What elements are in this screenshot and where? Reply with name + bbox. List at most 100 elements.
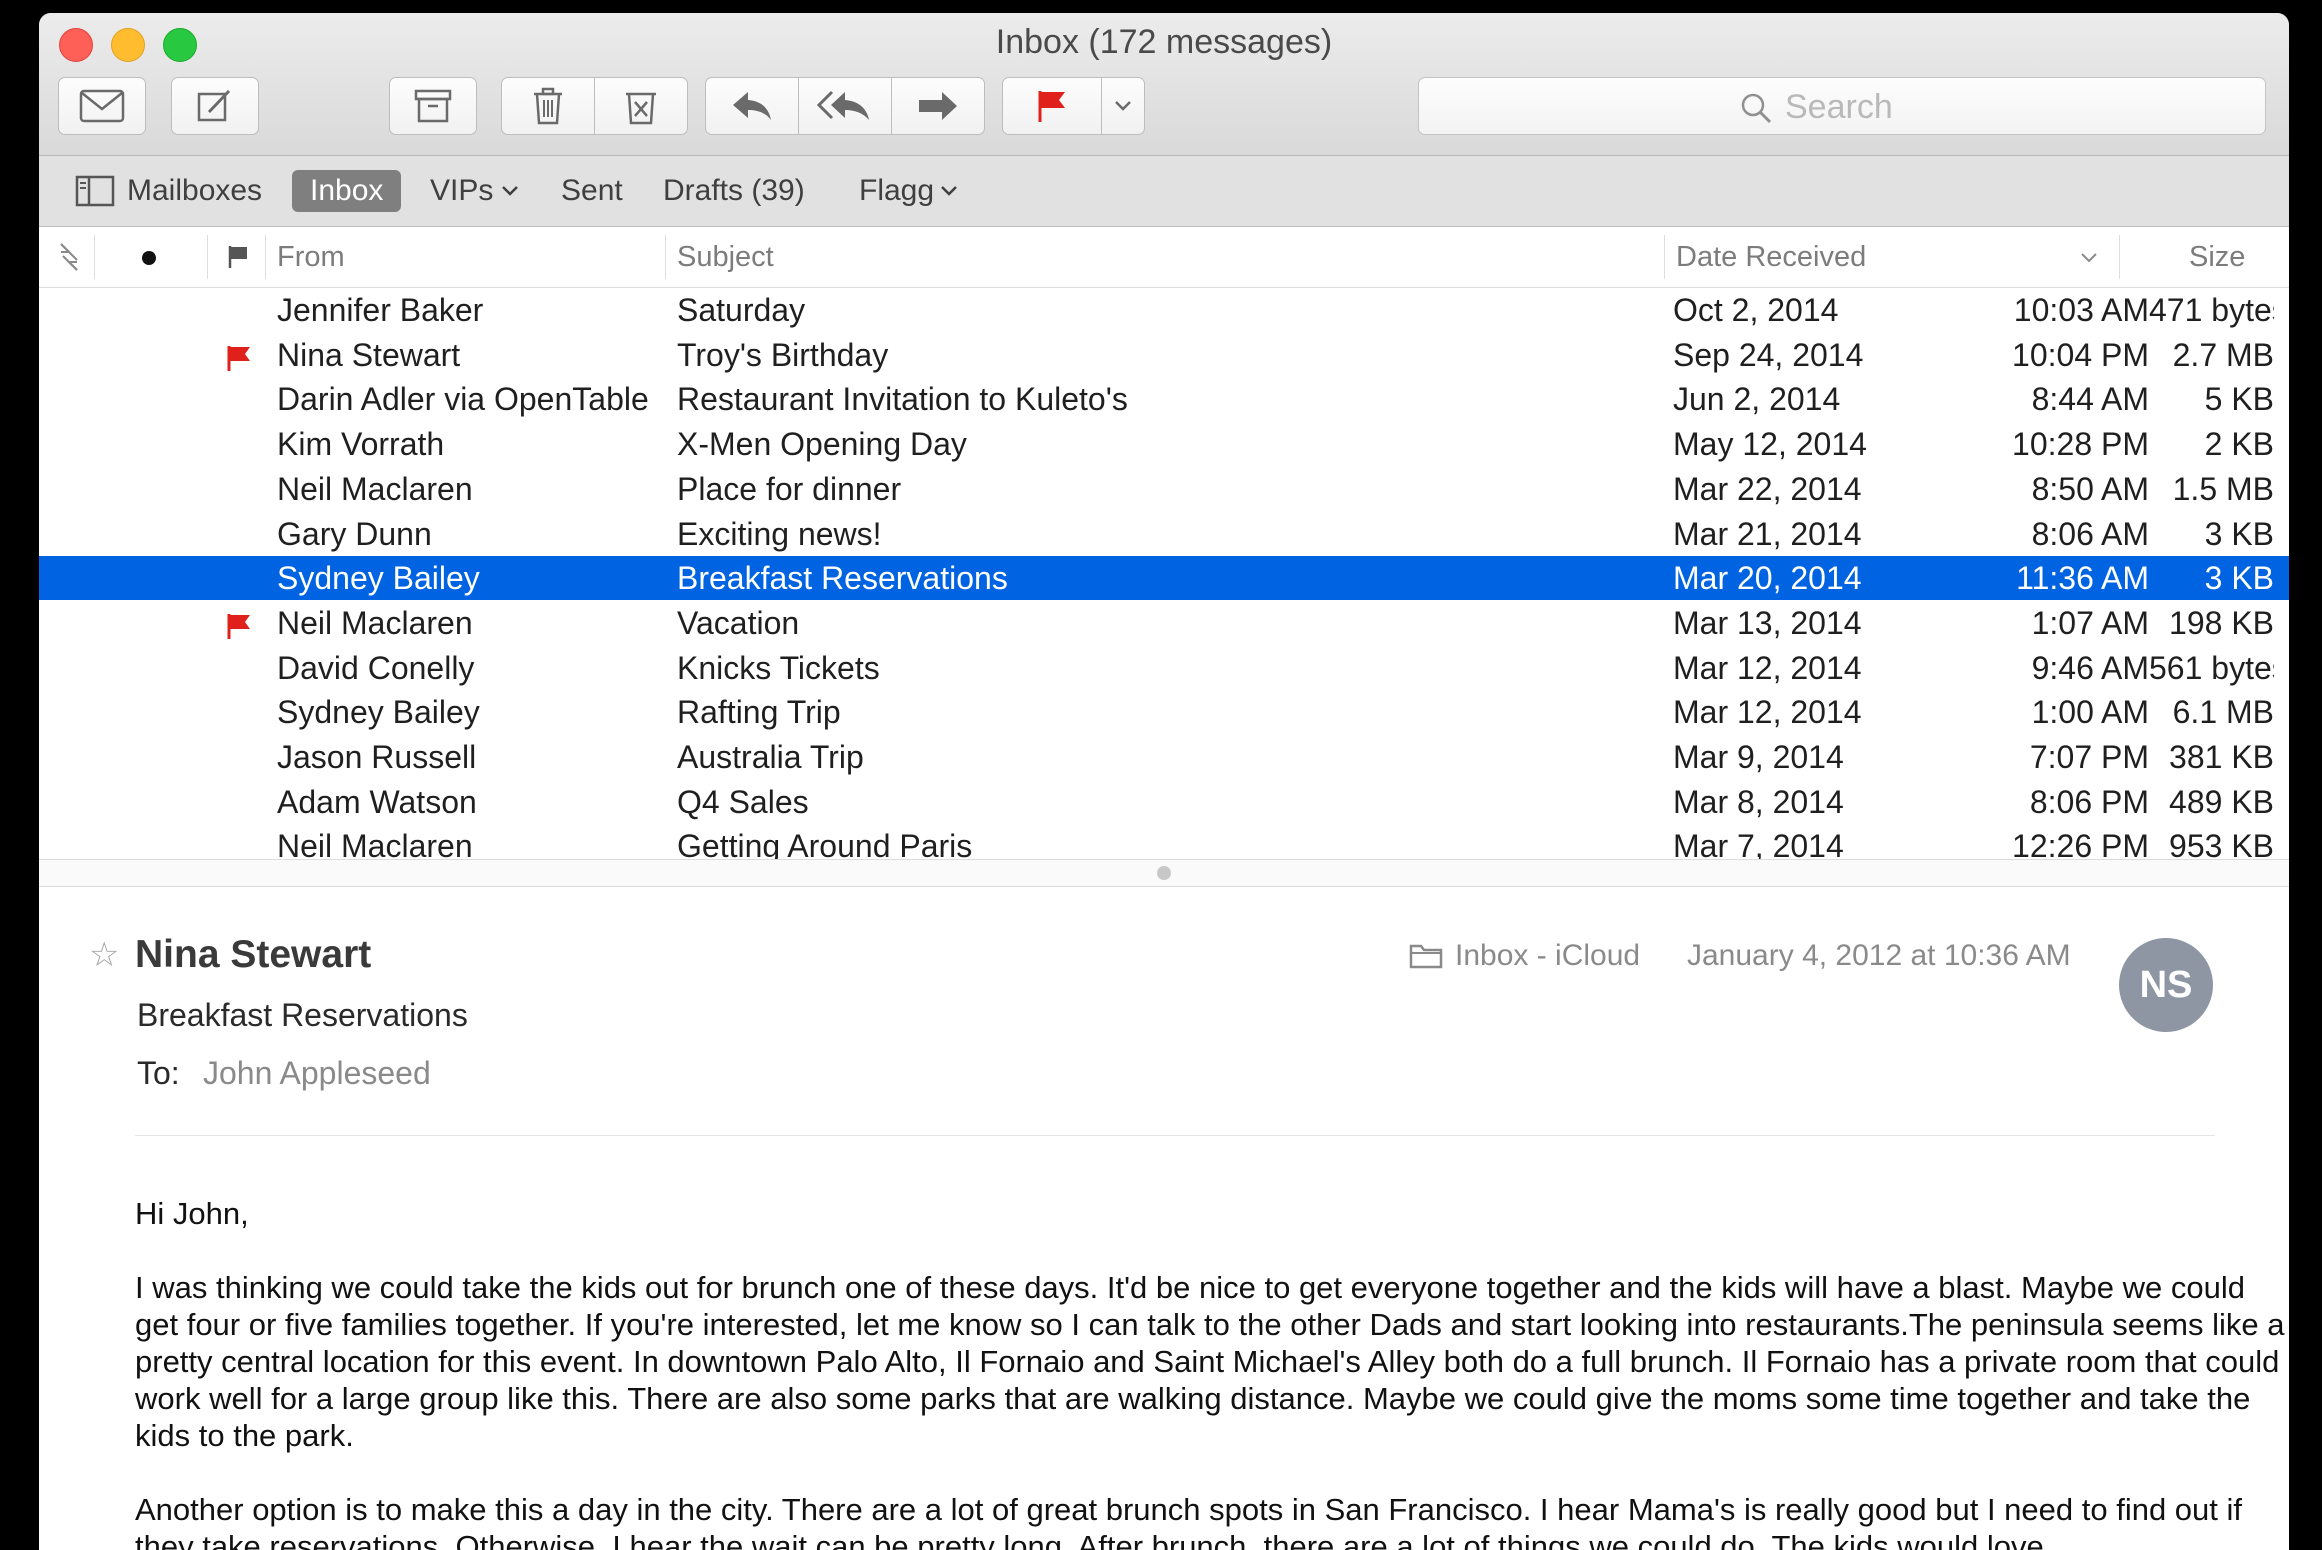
message-date: Oct 2, 2014 bbox=[1673, 292, 1839, 328]
message-time: 1:00 AM bbox=[2031, 694, 2149, 731]
favorite-flagged[interactable]: Flagg bbox=[859, 170, 958, 212]
message-sender: Neil Maclaren bbox=[277, 604, 473, 641]
avatar: NS bbox=[2119, 938, 2213, 1032]
favorite-drafts[interactable]: Drafts (39) bbox=[663, 170, 805, 212]
thread-sort-column[interactable] bbox=[57, 227, 81, 287]
mail-window: Inbox (172 messages) Search Mailboxes In… bbox=[39, 13, 2289, 1550]
unread-column[interactable] bbox=[141, 227, 157, 287]
chevron-down-icon bbox=[502, 186, 519, 196]
message-row[interactable]: Neil Maclaren Place for dinner Mar 22, 201… bbox=[39, 467, 2289, 511]
mailboxes-button[interactable]: Mailboxes bbox=[75, 170, 262, 212]
size-column-header[interactable]: Size bbox=[2189, 227, 2245, 287]
search-placeholder: Search bbox=[1785, 88, 1893, 126]
toolbar: Inbox (172 messages) Search bbox=[39, 13, 2289, 156]
message-date: Sep 24, 2014 bbox=[1673, 336, 1864, 373]
message-time: 10:04 PM bbox=[2012, 336, 2149, 373]
window-title: Inbox (172 messages) bbox=[995, 23, 1333, 61]
from-column-header[interactable]: From bbox=[277, 227, 345, 287]
forward-button[interactable] bbox=[891, 77, 985, 135]
red-flag-icon bbox=[225, 609, 255, 639]
archive-icon bbox=[414, 89, 452, 123]
flagged-label: Flagg bbox=[859, 174, 935, 207]
message-date: Mar 21, 2014 bbox=[1673, 515, 1862, 552]
message-time: 9:46 AM bbox=[2031, 649, 2149, 686]
message-row[interactable]: Darin Adler via OpenTable Restaurant Invi… bbox=[39, 377, 2289, 421]
search-field[interactable]: Search bbox=[1418, 77, 2266, 135]
mailboxes-label: Mailboxes bbox=[127, 174, 263, 207]
thread-arrows-icon bbox=[60, 243, 78, 271]
flag-button[interactable] bbox=[1002, 77, 1102, 135]
message-time: 11:36 AM bbox=[2016, 560, 2149, 597]
date-received-column-header[interactable]: Date Received bbox=[1676, 227, 1866, 287]
message-subject: Breakfast Reservations bbox=[137, 997, 468, 1033]
favorite-inbox[interactable]: Inbox bbox=[292, 170, 402, 212]
message-sender: Sydney Bailey bbox=[277, 560, 480, 597]
message-size: 3 KB bbox=[2204, 515, 2274, 552]
message-subject: Place for dinner bbox=[677, 470, 902, 507]
message-sender: Nina Stewart bbox=[135, 933, 372, 976]
message-date: January 4, 2012 at 10:36 AM bbox=[1687, 939, 2071, 972]
favorite-sent[interactable]: Sent bbox=[561, 170, 623, 212]
archive-button[interactable] bbox=[389, 77, 477, 135]
flag-menu-button[interactable] bbox=[1101, 77, 1145, 135]
junk-button[interactable] bbox=[594, 77, 688, 135]
pane-splitter[interactable] bbox=[39, 859, 2289, 887]
body-paragraph: Another option is to make this a day in … bbox=[135, 1492, 2243, 1550]
favorites-bar: Mailboxes Inbox VIPs Sent Drafts (39) Fl… bbox=[39, 156, 2289, 227]
message-row[interactable]: Adam Watson Q4 Sales Mar 8, 2014 8:06 PM 489… bbox=[39, 780, 2289, 824]
message-date: May 12, 2014 bbox=[1673, 426, 1867, 463]
message-date: Mar 22, 2014 bbox=[1673, 470, 1862, 507]
message-date: Jun 2, 2014 bbox=[1673, 381, 1841, 418]
message-row[interactable]: Nina Stewart Troy's Birthday Sep 24, 2014 1… bbox=[39, 333, 2289, 377]
message-sender: Jason Russell bbox=[277, 739, 477, 775]
message-subject: Breakfast Reservations bbox=[677, 560, 1008, 597]
envelope-icon bbox=[79, 89, 125, 123]
message-row[interactable]: Sydney Bailey Rafting Trip Mar 12, 2014 1:0… bbox=[39, 690, 2289, 734]
header-divider bbox=[135, 1135, 2215, 1136]
message-size: 2 KB bbox=[2204, 426, 2274, 463]
reply-icon bbox=[733, 92, 771, 120]
message-size: 3 KB bbox=[2204, 560, 2274, 597]
message-row[interactable]: Sydney Bailey Breakfast Reservations Mar 2… bbox=[39, 556, 2289, 601]
message-time: 10:28 PM bbox=[2012, 426, 2149, 463]
subject-column-header[interactable]: Subject bbox=[677, 227, 774, 287]
sort-chevron-icon[interactable] bbox=[2079, 251, 2099, 265]
star-icon[interactable]: ☆ bbox=[89, 935, 119, 975]
message-time: 8:06 AM bbox=[2031, 515, 2149, 552]
message-sender: Gary Dunn bbox=[277, 515, 432, 552]
red-flag-icon bbox=[1038, 91, 1065, 122]
reply-all-icon bbox=[817, 90, 869, 120]
flag-column[interactable] bbox=[227, 227, 249, 287]
reply-all-button[interactable] bbox=[798, 77, 892, 135]
get-mail-button[interactable] bbox=[58, 77, 146, 135]
junk-icon bbox=[626, 92, 656, 125]
mailbox-label: Inbox - iCloud bbox=[1455, 939, 1641, 972]
message-subject: Saturday bbox=[677, 292, 806, 328]
to-label: To: bbox=[137, 1055, 180, 1091]
reply-button[interactable] bbox=[705, 77, 799, 135]
message-sender: David Conelly bbox=[277, 649, 475, 686]
message-size: 198 KB bbox=[2169, 604, 2274, 641]
greeting: Hi John, bbox=[135, 1196, 249, 1231]
chevron-down-icon bbox=[1115, 101, 1131, 111]
red-flag-icon bbox=[225, 341, 255, 371]
flag-icon bbox=[228, 246, 247, 268]
folder-icon bbox=[1409, 944, 1443, 969]
favorite-vips[interactable]: VIPs bbox=[430, 170, 519, 212]
message-row[interactable]: Neil Maclaren Vacation Mar 13, 2014 1:07 AM… bbox=[39, 601, 2289, 645]
delete-button[interactable] bbox=[501, 77, 595, 135]
message-time: 8:50 AM bbox=[2031, 470, 2149, 507]
message-subject: Vacation bbox=[677, 604, 800, 641]
message-recipient[interactable]: John Appleseed bbox=[203, 1055, 431, 1092]
message-list-header: From Subject Date Received Size bbox=[39, 227, 2289, 288]
message-row[interactable]: Jennifer Baker Saturday Oct 2, 2014 10:03 A… bbox=[39, 288, 2289, 332]
splitter-handle[interactable] bbox=[1157, 866, 1171, 880]
message-subject: Q4 Sales bbox=[677, 783, 809, 820]
message-row[interactable]: Kim Vorrath X-Men Opening Day May 12, 2014… bbox=[39, 422, 2289, 466]
message-size: 381 KB bbox=[2169, 739, 2274, 775]
message-row[interactable]: Jason Russell Australia Trip Mar 9, 2014 7:… bbox=[39, 735, 2289, 779]
message-subject: Troy's Birthday bbox=[677, 336, 889, 373]
compose-button[interactable] bbox=[171, 77, 259, 135]
message-row[interactable]: David Conelly Knicks Tickets Mar 12, 2014 9… bbox=[39, 646, 2289, 690]
message-row[interactable]: Gary Dunn Exciting news! Mar 21, 2014 8:06 … bbox=[39, 512, 2289, 556]
